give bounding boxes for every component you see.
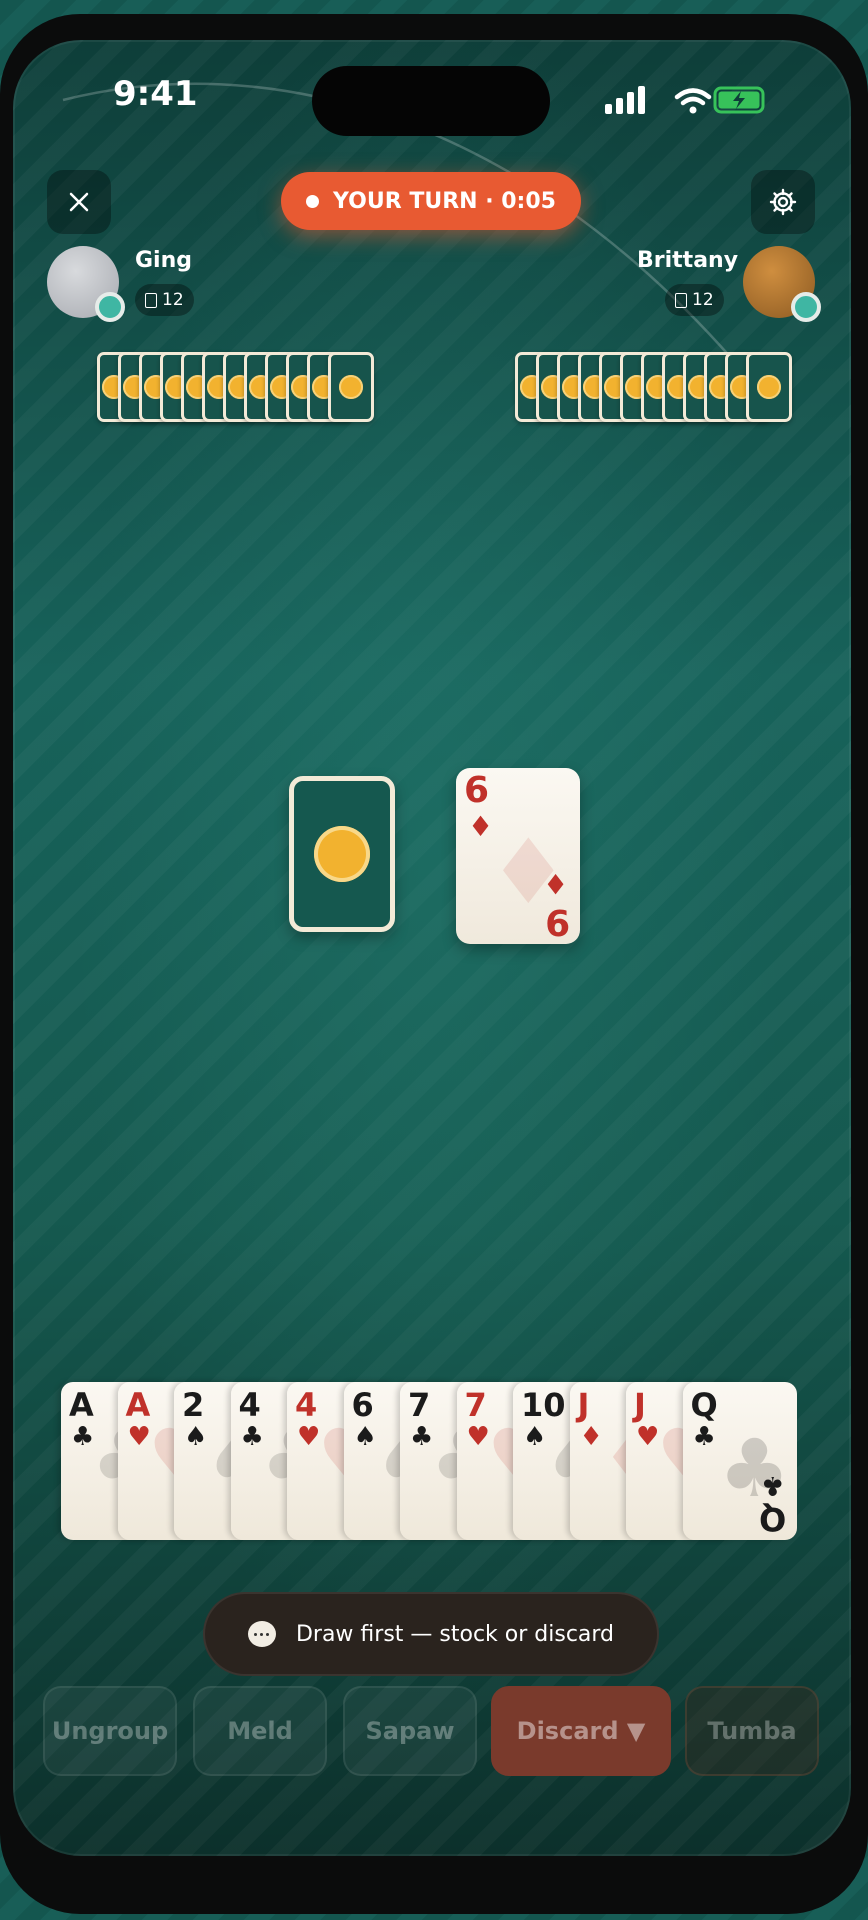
online-indicator <box>791 292 821 322</box>
opponent-hand-brittany <box>515 352 815 426</box>
battery-icon <box>713 86 770 114</box>
card-count-icon <box>675 292 687 308</box>
coin-emblem <box>757 375 781 399</box>
card-suit-bottom: ♣ <box>761 1470 785 1500</box>
card-rank: J <box>634 1386 646 1424</box>
discard-suit-bottom: ♦ <box>542 867 568 900</box>
card-rank: Q <box>690 1386 718 1424</box>
status-icons <box>605 84 770 120</box>
card-count-brittany: 12 <box>692 290 714 310</box>
card-rank: 4 <box>295 1386 318 1424</box>
sapaw-button[interactable]: Sapaw <box>343 1686 477 1776</box>
online-indicator <box>95 292 125 322</box>
chat-icon <box>247 1621 276 1647</box>
gear-icon <box>769 188 797 216</box>
settings-button[interactable] <box>751 170 815 234</box>
coin-emblem <box>314 826 370 882</box>
signal-icon <box>605 86 645 114</box>
card-count-badge: 12 <box>665 284 724 316</box>
turn-indicator: YOUR TURN · 0:05 <box>281 172 581 230</box>
stock-pile[interactable] <box>289 776 395 932</box>
opponent-card-back <box>328 352 374 422</box>
card-suit: ♣ <box>692 1422 716 1452</box>
ungroup-button[interactable]: Ungroup <box>43 1686 177 1776</box>
hand-card[interactable]: Q ♣ ♣ ♣ Q <box>682 1382 797 1540</box>
turn-dot <box>306 194 320 208</box>
wifi-icon <box>674 88 712 114</box>
opponent-card-back <box>746 352 792 422</box>
opponent-hand-ging <box>97 352 397 426</box>
card-rank: 7 <box>408 1386 431 1424</box>
card-rank-bottom: Q <box>759 1500 787 1538</box>
hint-toast: Draw first — stock or discard <box>203 1592 659 1676</box>
discard-rank: 6 <box>464 770 490 811</box>
card-rank: 4 <box>238 1386 261 1424</box>
card-rank: 6 <box>351 1386 374 1424</box>
card-count-icon <box>145 292 157 308</box>
hint-text: Draw first — stock or discard <box>295 1621 615 1647</box>
card-rank: 7 <box>464 1386 487 1424</box>
meld-button[interactable]: Meld <box>193 1686 327 1776</box>
discard-button[interactable]: Discard ▼ <box>491 1686 671 1776</box>
player-name-brittany: Brittany <box>637 248 739 273</box>
tumba-button[interactable]: Tumba <box>685 1686 819 1776</box>
coin-emblem <box>339 375 363 399</box>
discard-pile[interactable]: 6 ♦ ♦ ♦ 9 <box>456 768 580 944</box>
discard-rank-bottom: 9 <box>544 901 570 942</box>
dynamic-island <box>312 66 550 136</box>
player-hand: A♣♣A♥♥2♠♠4♣♣4♥♥6♠♠7♣♣7♥♥10♠♠J♦♦J♥♥Q♣♣♣Q <box>61 1382 801 1542</box>
card-rank: J <box>577 1386 590 1424</box>
card-count-ging: 12 <box>162 290 184 310</box>
close-button[interactable] <box>47 170 111 234</box>
close-icon <box>69 192 89 212</box>
turn-label: YOUR TURN · 0:05 <box>333 188 556 214</box>
card-rank: 2 <box>182 1386 205 1424</box>
card-count-badge: 12 <box>135 284 194 316</box>
status-time: 9:41 <box>113 74 198 114</box>
player-name-ging: Ging <box>135 248 193 273</box>
game-screen: 9:41 YOUR TURN · 0:05 Ging 12 Brittany 1… <box>13 40 851 1856</box>
